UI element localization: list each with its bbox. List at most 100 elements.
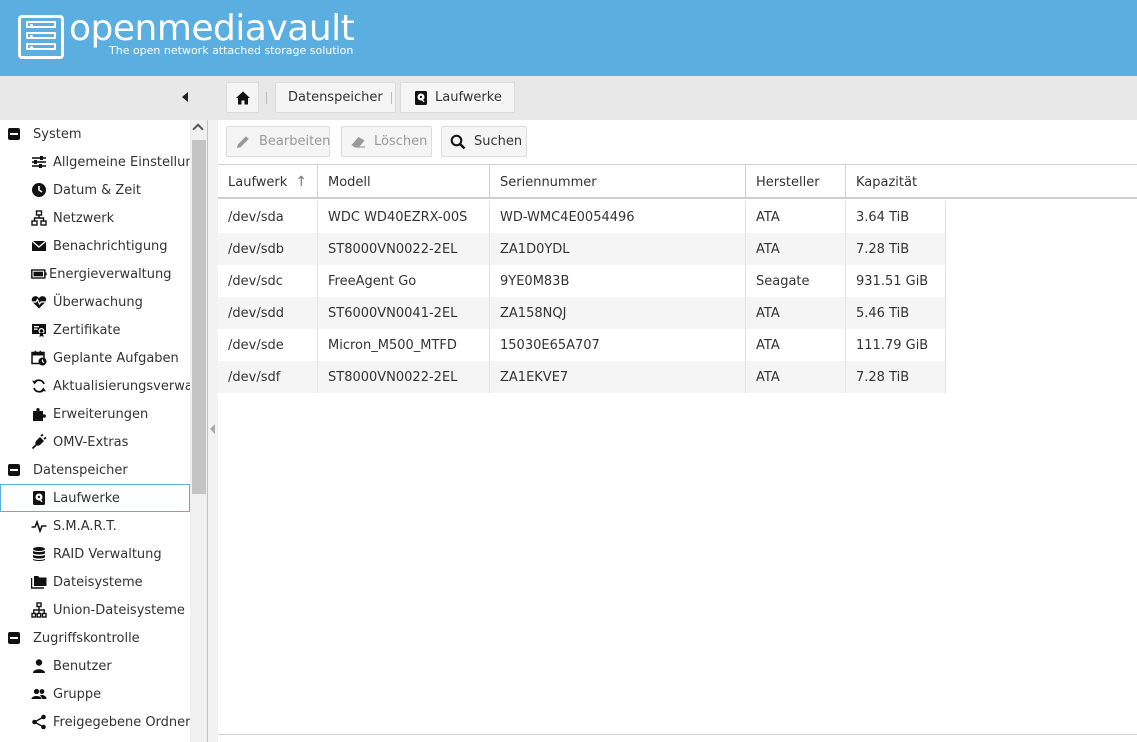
sidebar-item-union-dateisysteme[interactable]: Union-Dateisysteme (0, 596, 190, 624)
sidebar-item-gruppe[interactable]: Gruppe (0, 680, 190, 708)
sidebar-item-geplante-aufgaben[interactable]: Geplante Aufgaben (0, 344, 190, 372)
column-header-seriennummer[interactable]: Seriennummer (490, 165, 746, 199)
database-icon (31, 546, 47, 562)
edit-button[interactable]: Bearbeiten (226, 126, 330, 157)
sidebar-item-freigegebene-ordner[interactable]: Freigegebene Ordner (0, 708, 190, 736)
table-row[interactable]: /dev/sda WDC WD40EZRX-00S WD-WMC4E0054496 A… (218, 201, 946, 233)
cell-modell: WDC WD40EZRX-00S (318, 201, 490, 233)
cell-kapazitaet: 7.28 TiB (846, 233, 946, 265)
cell-laufwerk: /dev/sdf (218, 361, 318, 393)
collapse-sidebar-button[interactable] (176, 89, 192, 105)
sidebar-item-smart[interactable]: S.M.A.R.T. (0, 512, 190, 540)
logo-icon (18, 15, 64, 59)
grid-bottom-border (218, 734, 1137, 735)
scroll-up-icon[interactable] (192, 123, 204, 135)
column-header-hersteller[interactable]: Hersteller (746, 165, 846, 199)
collapse-group-icon[interactable] (8, 464, 20, 476)
breadcrumb-laufwerke[interactable]: Laufwerke (400, 82, 515, 113)
cell-modell: ST8000VN0022-2EL (318, 361, 490, 393)
cell-modell: ST8000VN0022-2EL (318, 233, 490, 265)
sidebar-item-allgemeine-einstellungen[interactable]: Allgemeine Einstellungen (0, 148, 190, 176)
collapse-group-icon[interactable] (8, 632, 20, 644)
sidebar-item-benachrichtigung[interactable]: Benachrichtigung (0, 232, 190, 260)
harddisk-icon (31, 490, 47, 506)
sidebar-item-zertifikate[interactable]: Zertifikate (0, 316, 190, 344)
drives-grid: Laufwerk ↑ Modell Seriennummer Herstelle… (218, 164, 1137, 742)
cell-modell: Micron_M500_MTFD (318, 329, 490, 361)
sidebar-item-aktualisierungsverwaltung[interactable]: Aktualisierungsverwaltung (0, 372, 190, 400)
nav-group-system[interactable]: System (0, 120, 190, 148)
cell-seriennummer: ZA1EKVE7 (490, 361, 746, 393)
column-header-laufwerk[interactable]: Laufwerk ↑ (218, 165, 318, 199)
calendar-clock-icon (31, 350, 47, 366)
clock-icon (31, 182, 47, 198)
cell-hersteller: ATA (746, 329, 846, 361)
nav-group-zugriffskontrolle[interactable]: Zugriffskontrolle (0, 624, 190, 652)
sidebar-item-laufwerke[interactable]: Laufwerke (0, 484, 190, 512)
sidebar-item-energieverwaltung[interactable]: Energieverwaltung (0, 260, 190, 288)
delete-button[interactable]: Löschen (341, 126, 432, 157)
table-row[interactable]: /dev/sdb ST8000VN0022-2EL ZA1D0YDL ATA 7.28 … (218, 233, 946, 265)
sidebar-item-omv-extras[interactable]: OMV-Extras (0, 428, 190, 456)
cell-kapazitaet: 3.64 TiB (846, 201, 946, 233)
cell-kapazitaet: 5.46 TiB (846, 297, 946, 329)
table-row[interactable]: /dev/sdf ST8000VN0022-2EL ZA1EKVE7 ATA 7.28 … (218, 361, 946, 393)
puzzle-icon (31, 406, 47, 422)
scrollbar-thumb[interactable] (192, 140, 206, 494)
column-header-kapazitaet[interactable]: Kapazität (846, 165, 946, 199)
folders-icon (31, 574, 47, 590)
cell-kapazitaet: 7.28 TiB (846, 361, 946, 393)
heart-pulse-icon (31, 294, 47, 310)
refresh-icon (31, 378, 47, 394)
nav-group-datenspeicher[interactable]: Datenspeicher (0, 456, 190, 484)
sidebar-item-erweiterungen[interactable]: Erweiterungen (0, 400, 190, 428)
cell-hersteller: ATA (746, 233, 846, 265)
eraser-icon (350, 134, 366, 150)
sidebar-item-benutzer[interactable]: Benutzer (0, 652, 190, 680)
breadcrumb-datenspeicher[interactable]: Datenspeicher (275, 82, 396, 113)
sidebar-item-datum-zeit[interactable]: Datum & Zeit (0, 176, 190, 204)
sidebar-item-dateisysteme[interactable]: Dateisysteme (0, 568, 190, 596)
toolbar: Bearbeiten Löschen Suchen (218, 120, 1137, 164)
cell-hersteller: ATA (746, 201, 846, 233)
cell-kapazitaet: 931.51 GiB (846, 265, 946, 297)
cell-laufwerk: /dev/sda (218, 201, 318, 233)
sidebar-splitter[interactable] (208, 120, 218, 742)
home-button[interactable] (226, 82, 259, 113)
table-row[interactable]: /dev/sdc FreeAgent Go 9YE0M83B Seagate 931.5… (218, 265, 946, 297)
sidebar-item-netzwerk[interactable]: Netzwerk (0, 204, 190, 232)
navigation-sidebar: System Allgemeine Einstellungen Datum & … (0, 120, 208, 742)
cell-seriennummer: ZA1D0YDL (490, 233, 746, 265)
pulse-icon (31, 518, 47, 534)
cell-laufwerk: /dev/sde (218, 329, 318, 361)
sidebar-item-raid-verwaltung[interactable]: RAID Verwaltung (0, 540, 190, 568)
sidebar-item-ueberwachung[interactable]: Überwachung (0, 288, 190, 316)
cell-hersteller: Seagate (746, 265, 846, 297)
breadcrumb-bar: Datenspeicher Laufwerke (0, 76, 1137, 120)
users-icon (31, 686, 47, 702)
sitemap-icon (31, 602, 47, 618)
certificate-icon (31, 322, 47, 338)
search-button[interactable]: Suchen (441, 126, 527, 157)
sort-ascending-icon: ↑ (295, 174, 308, 190)
table-row[interactable]: /dev/sdd ST6000VN0041-2EL ZA158NQJ ATA 5.46 … (218, 297, 946, 329)
plug-icon (31, 434, 47, 450)
envelope-icon (31, 238, 47, 254)
cell-seriennummer: WD-WMC4E0054496 (490, 201, 746, 233)
grid-header: Laufwerk ↑ Modell Seriennummer Herstelle… (218, 165, 1137, 199)
cell-seriennummer: 15030E65A707 (490, 329, 746, 361)
network-icon (31, 210, 47, 226)
cell-laufwerk: /dev/sdc (218, 265, 318, 297)
chevron-left-icon[interactable] (210, 424, 215, 434)
cell-seriennummer: ZA158NQJ (490, 297, 746, 329)
cell-seriennummer: 9YE0M83B (490, 265, 746, 297)
breadcrumb-separator (266, 92, 267, 104)
table-row[interactable]: /dev/sde Micron_M500_MTFD 15030E65A707 ATA 1… (218, 329, 946, 361)
cell-modell: ST6000VN0041-2EL (318, 297, 490, 329)
column-header-modell[interactable]: Modell (318, 165, 490, 199)
brand-subtitle: The open network attached storage soluti… (109, 44, 354, 57)
collapse-group-icon[interactable] (8, 128, 20, 140)
app-header: openmediavault The open network attached… (0, 0, 1137, 76)
sidebar-scrollbar[interactable] (190, 120, 207, 742)
cell-laufwerk: /dev/sdb (218, 233, 318, 265)
